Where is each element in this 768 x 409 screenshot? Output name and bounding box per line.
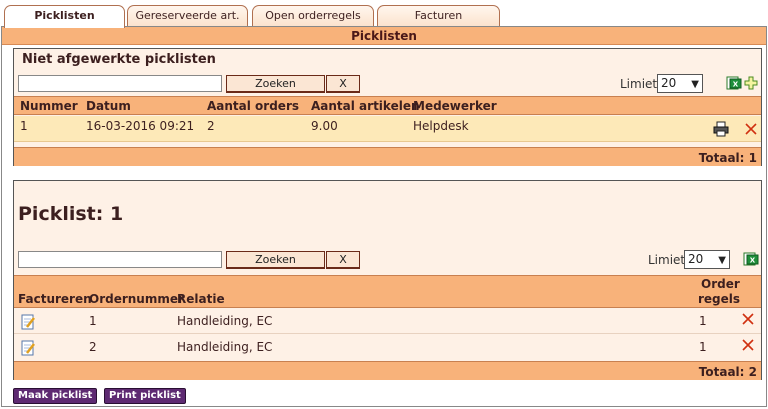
delete-icon[interactable] bbox=[743, 121, 759, 137]
cell-medewerker: Helpdesk bbox=[413, 119, 469, 133]
tab-label: Gereserveerde art. bbox=[135, 9, 240, 22]
tab-open-orderregels[interactable]: Open orderregels bbox=[252, 5, 374, 27]
total-count: Totaal: 2 bbox=[698, 365, 757, 379]
table-footer: Totaal: 1 bbox=[14, 147, 761, 166]
table-header: Factureren Ordernummer Relatie Order reg… bbox=[14, 275, 761, 308]
svg-text:X: X bbox=[733, 81, 739, 89]
table-row[interactable]: 1 16-03-2016 09:21 2 9.00 Helpdesk bbox=[14, 116, 761, 142]
tab-picklisten[interactable]: Picklisten bbox=[4, 5, 125, 28]
tab-bar: Picklisten Gereserveerde art. Open order… bbox=[0, 0, 768, 28]
column-header: Relatie bbox=[177, 292, 225, 306]
printer-icon[interactable] bbox=[713, 121, 729, 137]
svg-text:X: X bbox=[750, 257, 756, 265]
excel-export-icon[interactable]: X bbox=[743, 251, 759, 267]
search-button[interactable]: Zoeken bbox=[226, 75, 325, 93]
open-picklists-panel: Niet afgewerkte picklisten Zoeken X Limi… bbox=[13, 48, 762, 166]
limit-select[interactable]: 20 ▼ bbox=[657, 74, 703, 93]
page-title: Picklisten bbox=[2, 27, 766, 45]
cell-relatie: Handleiding, EC bbox=[177, 340, 273, 354]
cell-relatie: Handleiding, EC bbox=[177, 314, 273, 328]
limit-label: Limiet bbox=[620, 77, 658, 91]
delete-icon[interactable] bbox=[740, 311, 756, 327]
cell-regels: 1 bbox=[699, 314, 707, 328]
make-picklist-button[interactable]: Maak picklist bbox=[13, 388, 98, 404]
tab-gereserveerde[interactable]: Gereserveerde art. bbox=[127, 5, 248, 27]
tab-label: Facturen bbox=[414, 9, 463, 22]
chevron-down-icon: ▼ bbox=[691, 79, 699, 90]
section-title: Niet afgewerkte picklisten bbox=[22, 52, 216, 67]
cell-datum: 16-03-2016 09:21 bbox=[86, 119, 195, 133]
column-header: Ordernummer bbox=[89, 292, 184, 306]
cell-orders: 2 bbox=[207, 119, 215, 133]
column-header: regels bbox=[698, 292, 741, 306]
picklist-detail-panel: Picklist: 1 Zoeken X Limiet 20 ▼ X Factu… bbox=[13, 180, 762, 380]
limit-select[interactable]: 20 ▼ bbox=[684, 250, 730, 269]
search-button[interactable]: Zoeken bbox=[226, 251, 325, 269]
invoice-edit-icon[interactable] bbox=[20, 340, 36, 356]
delete-icon[interactable] bbox=[740, 337, 756, 353]
section-title: Picklist: 1 bbox=[18, 203, 124, 225]
column-header: Factureren bbox=[18, 292, 92, 306]
total-count: Totaal: 1 bbox=[698, 151, 757, 165]
main-container: Picklisten Niet afgewerkte picklisten Zo… bbox=[1, 26, 767, 407]
tab-label: Open orderregels bbox=[265, 9, 361, 22]
search-input[interactable] bbox=[18, 75, 222, 92]
cell-nummer: 1 bbox=[20, 119, 28, 133]
clear-button[interactable]: X bbox=[326, 75, 360, 93]
cell-ordernummer: 2 bbox=[89, 340, 97, 354]
cell-artikelen: 9.00 bbox=[311, 119, 338, 133]
cell-regels: 1 bbox=[699, 340, 707, 354]
column-header: Aantal orders bbox=[207, 99, 300, 113]
column-header: Order bbox=[701, 277, 740, 291]
limit-value: 20 bbox=[661, 76, 677, 90]
clear-button[interactable]: X bbox=[326, 251, 360, 269]
tab-facturen[interactable]: Facturen bbox=[377, 5, 500, 27]
column-header: Aantal artikelen bbox=[311, 99, 420, 113]
chevron-down-icon: ▼ bbox=[718, 255, 726, 266]
table-footer: Totaal: 2 bbox=[14, 361, 761, 380]
table-row[interactable]: 1 Handleiding, EC 1 bbox=[14, 309, 761, 334]
print-picklist-button[interactable]: Print picklist bbox=[104, 388, 186, 404]
column-header: Medewerker bbox=[413, 99, 497, 113]
add-icon[interactable] bbox=[743, 75, 759, 91]
table-row[interactable]: 2 Handleiding, EC 1 bbox=[14, 335, 761, 360]
excel-export-icon[interactable]: X bbox=[726, 75, 742, 91]
limit-label: Limiet bbox=[648, 253, 686, 267]
cell-ordernummer: 1 bbox=[89, 314, 97, 328]
column-header: Nummer bbox=[20, 99, 78, 113]
invoice-edit-icon[interactable] bbox=[20, 314, 36, 330]
search-input[interactable] bbox=[18, 251, 222, 268]
tab-label: Picklisten bbox=[34, 9, 95, 22]
table-header: Nummer Datum Aantal orders Aantal artike… bbox=[14, 96, 761, 115]
column-header: Datum bbox=[86, 99, 131, 113]
limit-value: 20 bbox=[688, 252, 704, 266]
